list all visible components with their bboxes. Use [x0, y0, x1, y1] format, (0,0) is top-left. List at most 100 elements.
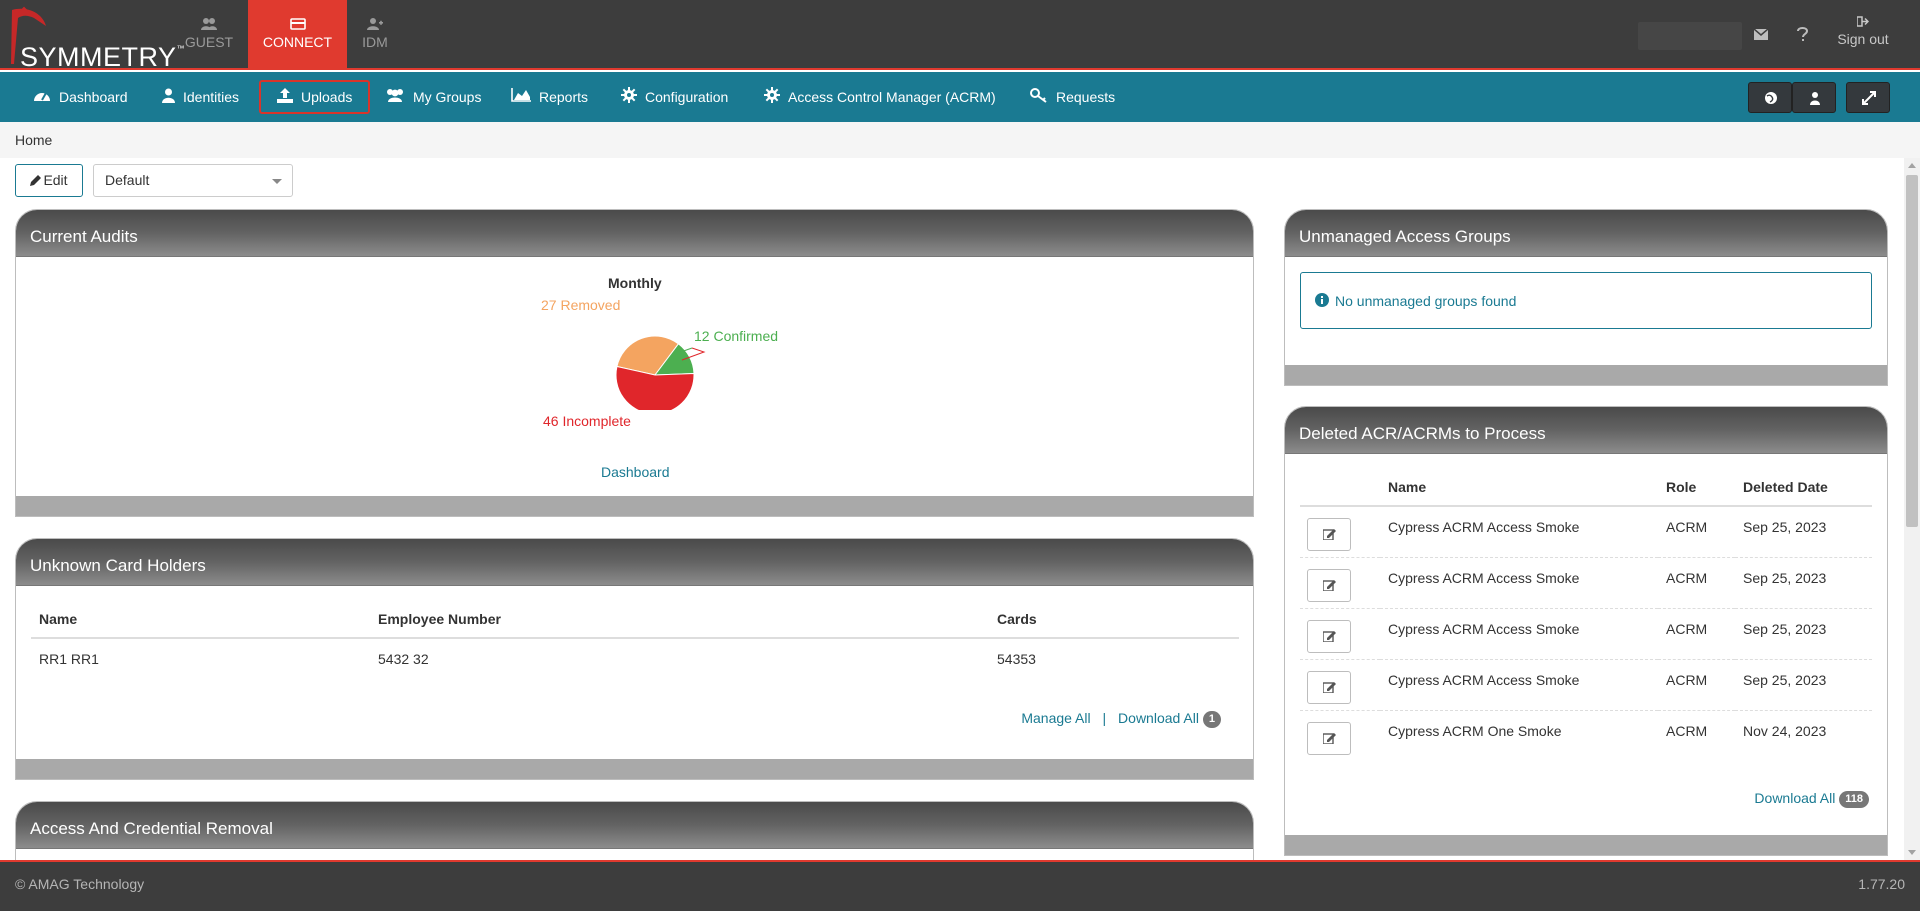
edit-icon [1323, 732, 1336, 744]
table-row[interactable]: Cypress ACRM Access Smoke ACRM Sep 25, 2… [1300, 659, 1872, 710]
edit-icon [1323, 528, 1336, 540]
breadcrumb: Home [0, 122, 1920, 158]
module-tab-idm[interactable]: IDM [347, 0, 403, 70]
cell-role: ACRM [1666, 722, 1708, 739]
scrollbar-thumb[interactable] [1906, 175, 1918, 527]
table-header-row: Name Employee Number Cards [31, 601, 1239, 639]
nav-item-identities[interactable]: Identities [162, 72, 239, 122]
users-icon [201, 18, 217, 30]
widget-title: Unmanaged Access Groups [1285, 210, 1887, 257]
download-all-link[interactable]: Download All [1754, 790, 1835, 806]
download-all-link[interactable]: Download All [1118, 710, 1199, 726]
upload-icon [277, 87, 293, 103]
column-header-name[interactable]: Name [1380, 469, 1658, 507]
user-name-box[interactable] [1638, 22, 1742, 50]
cell-name: Cypress ACRM Access Smoke [1388, 620, 1580, 637]
fullscreen-button[interactable] [1846, 82, 1890, 113]
manage-all-link[interactable]: Manage All [1021, 710, 1090, 726]
sign-out-button[interactable]: Sign out [1830, 16, 1896, 47]
nav-label: Requests [1056, 89, 1116, 105]
deleted-acrms-widget: Deleted ACR/ACRMs to Process Name Role D… [1284, 406, 1888, 856]
table-row[interactable]: Cypress ACRM Access Smoke ACRM Sep 25, 2… [1300, 557, 1872, 608]
widget-title: Deleted ACR/ACRMs to Process [1285, 407, 1887, 454]
dashboard-icon [34, 92, 50, 102]
nav-label: Uploads [301, 89, 353, 105]
nav-item-acrm[interactable]: Access Control Manager (ACRM) [764, 72, 996, 122]
module-tab-connect[interactable]: CONNECT [248, 0, 347, 70]
cell-name: Cypress ACRM Access Smoke [1388, 671, 1580, 688]
envelope-icon[interactable] [1754, 29, 1768, 40]
module-label: IDM [362, 34, 388, 50]
nav-label: Dashboard [59, 89, 128, 105]
card-icon [289, 18, 306, 30]
cell-action [1300, 608, 1380, 659]
top-bar: SYMMETRY™ GUEST CONNECT IDM Sign out [0, 0, 1920, 72]
nav-item-dashboard[interactable]: Dashboard [33, 72, 128, 122]
edit-row-button[interactable] [1307, 619, 1351, 653]
table-row[interactable]: Cypress ACRM Access Smoke ACRM Sep 25, 2… [1300, 506, 1872, 557]
cell-action [1300, 506, 1380, 557]
key-icon [1030, 87, 1047, 103]
dashboard-link[interactable]: Dashboard [601, 464, 670, 480]
pencil-icon [30, 175, 42, 186]
table-row[interactable]: Cypress ACRM Access Smoke ACRM Sep 25, 2… [1300, 608, 1872, 659]
nav-item-requests[interactable]: Requests [1030, 72, 1115, 122]
column-header-cards[interactable]: Cards [989, 601, 1239, 639]
count-badge: 1 [1202, 710, 1221, 728]
lock-button[interactable] [1792, 82, 1836, 113]
globe-icon [1765, 92, 1777, 104]
edit-row-button[interactable] [1307, 670, 1351, 704]
gear-icon [764, 87, 780, 104]
widget-footer [16, 496, 1253, 516]
deleted-acrms-actions: Download All 118 [1754, 790, 1869, 808]
table-row[interactable]: RR1 RR1 5432 32 54353 [31, 638, 1239, 679]
nav-item-configuration[interactable]: Configuration [621, 72, 728, 122]
no-groups-alert: No unmanaged groups found [1300, 272, 1872, 329]
widget-title: Access And Credential Removal [16, 802, 1253, 849]
module-tab-guest[interactable]: GUEST [169, 0, 249, 70]
cell-cards: 54353 [997, 651, 1036, 667]
table-row[interactable]: Cypress ACRM One Smoke ACRM Nov 24, 2023 [1300, 710, 1872, 761]
edit-row-button[interactable] [1307, 721, 1351, 755]
edit-row-button[interactable] [1307, 517, 1351, 551]
caret-down-icon [272, 179, 282, 184]
module-label: CONNECT [262, 34, 333, 50]
count-badge: 118 [1839, 790, 1869, 808]
column-header-employee-number[interactable]: Employee Number [370, 601, 989, 639]
column-header-name[interactable]: Name [31, 601, 370, 639]
breadcrumb-home[interactable]: Home [15, 132, 52, 148]
pie-label-confirmed: 12 Confirmed [694, 328, 779, 344]
widget-title: Unknown Card Holders [16, 539, 1253, 586]
symmetry-logo[interactable]: SYMMETRY™ [8, 6, 185, 72]
edit-icon [1323, 630, 1336, 642]
edit-row-button[interactable] [1307, 568, 1351, 602]
cell-employee-number: 5432 32 [378, 651, 429, 667]
scroll-up-icon[interactable] [1908, 163, 1916, 168]
nav-item-reports[interactable]: Reports [511, 72, 588, 122]
nav-label: Configuration [645, 89, 729, 105]
cell-role: ACRM [1666, 671, 1708, 688]
edit-button[interactable]: Edit [15, 164, 83, 197]
info-circle-icon [1315, 293, 1329, 307]
pie-label-removed: 27 Removed [541, 297, 621, 313]
column-header-deleted-date[interactable]: Deleted Date [1735, 469, 1872, 507]
nav-item-uploads[interactable]: Uploads [259, 80, 371, 114]
table-header-row: Name Role Deleted Date [1300, 469, 1872, 507]
column-header-action [1300, 469, 1380, 507]
sign-out-icon [1857, 16, 1869, 27]
layout-select[interactable]: Default [93, 164, 293, 197]
globe-button[interactable] [1748, 82, 1792, 113]
cell-deleted-date: Sep 25, 2023 [1743, 569, 1827, 586]
widget-title: Current Audits [16, 210, 1253, 257]
unknown-card-holders-widget: Unknown Card Holders Name Employee Numbe… [15, 538, 1254, 780]
help-icon[interactable] [1797, 27, 1808, 42]
audit-pie-chart[interactable] [446, 310, 746, 410]
nav-label: Access Control Manager (ACRM) [788, 89, 996, 105]
nav-item-my-groups[interactable]: My Groups [385, 72, 481, 122]
column-header-role[interactable]: Role [1658, 469, 1735, 507]
expand-icon [1862, 91, 1876, 105]
separator: | [1102, 710, 1107, 726]
main-nav: Dashboard Identities Uploads My Groups R… [0, 72, 1920, 122]
widget-footer [16, 759, 1253, 779]
scroll-down-icon[interactable] [1908, 850, 1916, 855]
